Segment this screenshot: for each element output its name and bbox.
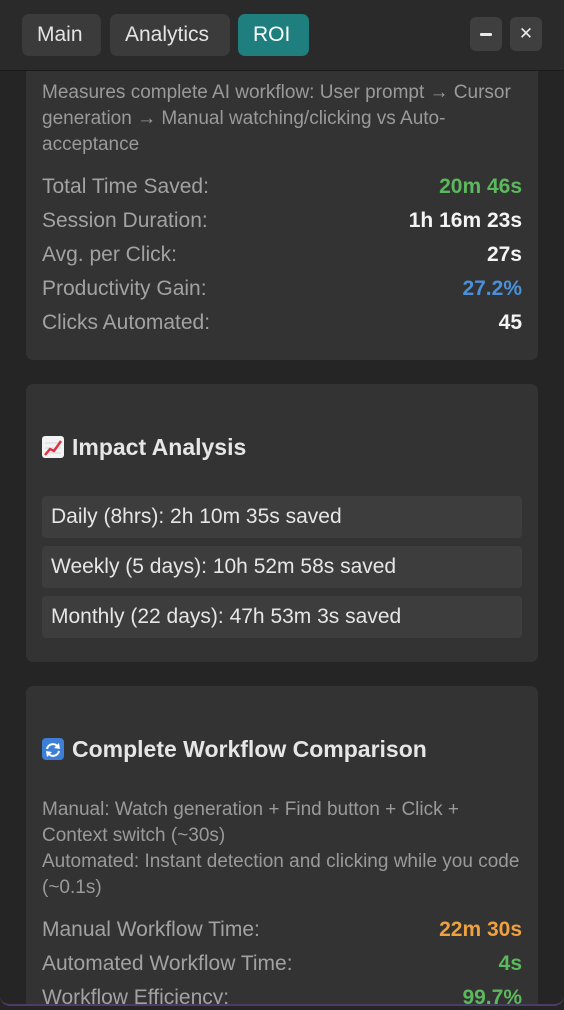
impact-row-daily: Daily (8hrs): 2h 10m 35s saved — [42, 496, 522, 538]
stat-label: Clicks Automated: — [42, 311, 211, 334]
stat-row-manual-workflow-time: Manual Workflow Time: 22m 30s — [42, 913, 522, 947]
scroll-content[interactable]: Measures complete AI workflow: User prom… — [0, 0, 564, 1004]
stat-row-workflow-efficiency: Workflow Efficiency: 99.7% — [42, 981, 522, 1006]
automated-description: Automated: Instant detection and clickin… — [42, 851, 520, 898]
roi-description: Measures complete AI workflow: User prom… — [42, 82, 511, 155]
stat-label: Workflow Efficiency: — [42, 986, 230, 1006]
roi-summary-card: Measures complete AI workflow: User prom… — [26, 40, 538, 360]
impact-row-monthly: Monthly (22 days): 47h 53m 3s saved — [42, 596, 522, 638]
stat-value: 4s — [498, 952, 522, 975]
stat-row-session-duration: Session Duration: 1h 16m 23s — [42, 204, 522, 238]
impact-analysis-card: Impact Analysis Daily (8hrs): 2h 10m 35s… — [26, 384, 538, 662]
stat-value: 1h 16m 23s — [408, 209, 522, 232]
stat-row-avg-per-click: Avg. per Click: 27s — [42, 238, 522, 272]
stat-label: Manual Workflow Time: — [42, 918, 260, 941]
impact-title-text: Impact Analysis — [72, 434, 247, 460]
stat-value: 27.2% — [462, 277, 522, 300]
impact-row-weekly: Weekly (5 days): 10h 52m 58s saved — [42, 546, 522, 588]
stat-label: Automated Workflow Time: — [42, 952, 293, 975]
tab-roi[interactable]: ROI — [238, 14, 309, 56]
stat-row-automated-workflow-time: Automated Workflow Time: 4s — [42, 947, 522, 981]
stat-value: 20m 46s — [439, 175, 522, 198]
extension-window: Measures complete AI workflow: User prom… — [0, 0, 564, 1006]
impact-title: Impact Analysis — [42, 432, 246, 462]
chart-increasing-icon — [42, 436, 64, 458]
stat-label: Total Time Saved: — [42, 175, 209, 198]
stat-value: 27s — [486, 243, 522, 266]
stat-value: 45 — [498, 311, 522, 334]
sync-arrows-icon — [42, 738, 64, 760]
tab-analytics[interactable]: Analytics — [110, 14, 230, 56]
tab-main[interactable]: Main — [22, 14, 101, 56]
stat-row-total-time-saved: Total Time Saved: 20m 46s — [42, 170, 522, 204]
comparison-title-text: Complete Workflow Comparison — [72, 736, 427, 762]
manual-description: Manual: Watch generation + Find button +… — [42, 799, 459, 846]
stat-value: 22m 30s — [439, 918, 522, 941]
close-button[interactable]: ✕ — [510, 17, 542, 51]
stat-label: Productivity Gain: — [42, 277, 207, 300]
stat-row-productivity-gain: Productivity Gain: 27.2% — [42, 272, 522, 306]
stat-label: Session Duration: — [42, 209, 208, 232]
tab-header: Main Analytics ROI ✕ — [0, 0, 564, 71]
stat-label: Avg. per Click: — [42, 243, 177, 266]
minimize-button[interactable] — [470, 17, 502, 51]
close-icon: ✕ — [518, 24, 534, 43]
comparison-title: Complete Workflow Comparison — [42, 734, 427, 764]
stat-row-clicks-automated: Clicks Automated: 45 — [42, 306, 522, 340]
stat-value: 99.7% — [462, 986, 522, 1006]
workflow-comparison-card: Complete Workflow Comparison Manual: Wat… — [26, 686, 538, 1006]
minimize-icon — [480, 32, 492, 36]
